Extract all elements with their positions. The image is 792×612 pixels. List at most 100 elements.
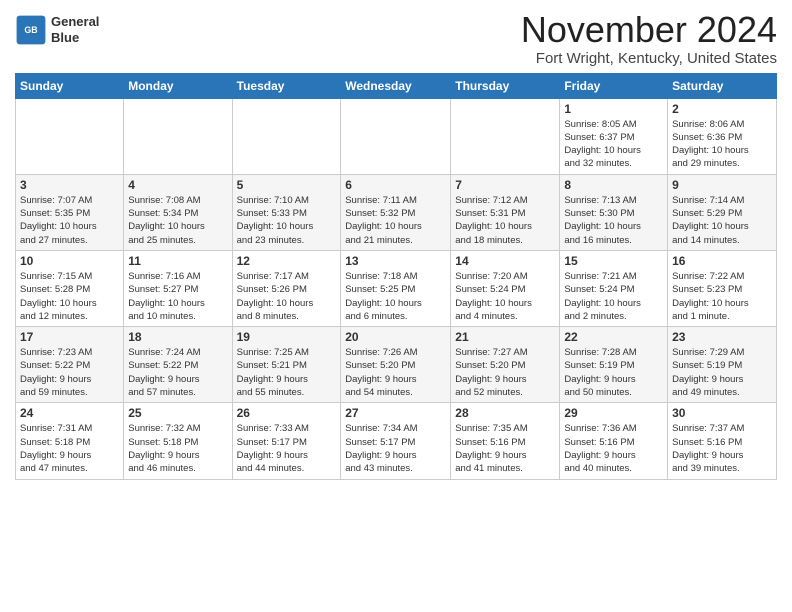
calendar-cell: 15 Sunrise: 7:21 AM Sunset: 5:24 PM Dayli… bbox=[560, 250, 668, 326]
logo: GB General Blue bbox=[15, 14, 99, 46]
calendar-cell: 22 Sunrise: 7:28 AM Sunset: 5:19 PM Dayli… bbox=[560, 327, 668, 403]
day-info: Sunrise: 7:37 AM Sunset: 5:16 PM Dayligh… bbox=[672, 422, 772, 475]
day-number: 2 bbox=[672, 102, 772, 116]
calendar-cell: 7 Sunrise: 7:12 AM Sunset: 5:31 PM Daylig… bbox=[451, 174, 560, 250]
day-info: Sunrise: 7:29 AM Sunset: 5:19 PM Dayligh… bbox=[672, 346, 772, 399]
day-info: Sunrise: 7:11 AM Sunset: 5:32 PM Dayligh… bbox=[345, 194, 446, 247]
day-number: 22 bbox=[564, 330, 663, 344]
weekday-header-thursday: Thursday bbox=[451, 73, 560, 98]
day-number: 6 bbox=[345, 178, 446, 192]
calendar-cell: 12 Sunrise: 7:17 AM Sunset: 5:26 PM Dayli… bbox=[232, 250, 341, 326]
day-info: Sunrise: 7:08 AM Sunset: 5:34 PM Dayligh… bbox=[128, 194, 227, 247]
day-info: Sunrise: 7:20 AM Sunset: 5:24 PM Dayligh… bbox=[455, 270, 555, 323]
calendar-cell: 19 Sunrise: 7:25 AM Sunset: 5:21 PM Dayli… bbox=[232, 327, 341, 403]
day-number: 15 bbox=[564, 254, 663, 268]
day-info: Sunrise: 7:32 AM Sunset: 5:18 PM Dayligh… bbox=[128, 422, 227, 475]
calendar-cell: 4Sunrise: 7:08 AM Sunset: 5:34 PM Daylig… bbox=[124, 174, 232, 250]
day-info: Sunrise: 7:12 AM Sunset: 5:31 PM Dayligh… bbox=[455, 194, 555, 247]
day-number: 1 bbox=[564, 102, 663, 116]
day-number: 30 bbox=[672, 406, 772, 420]
day-info: Sunrise: 7:34 AM Sunset: 5:17 PM Dayligh… bbox=[345, 422, 446, 475]
calendar-cell: 28 Sunrise: 7:35 AM Sunset: 5:16 PM Dayli… bbox=[451, 403, 560, 479]
day-info: Sunrise: 7:14 AM Sunset: 5:29 PM Dayligh… bbox=[672, 194, 772, 247]
weekday-header-friday: Friday bbox=[560, 73, 668, 98]
calendar-cell: 27 Sunrise: 7:34 AM Sunset: 5:17 PM Dayli… bbox=[341, 403, 451, 479]
calendar-week-row: 17 Sunrise: 7:23 AM Sunset: 5:22 PM Dayli… bbox=[16, 327, 777, 403]
calendar-cell: 13Sunrise: 7:18 AM Sunset: 5:25 PM Dayli… bbox=[341, 250, 451, 326]
calendar-cell: 5Sunrise: 7:10 AM Sunset: 5:33 PM Daylig… bbox=[232, 174, 341, 250]
month-title: November 2024 bbox=[521, 10, 777, 50]
weekday-header-wednesday: Wednesday bbox=[341, 73, 451, 98]
location-title: Fort Wright, Kentucky, United States bbox=[521, 50, 777, 67]
day-number: 24 bbox=[20, 406, 119, 420]
day-number: 14 bbox=[455, 254, 555, 268]
day-number: 9 bbox=[672, 178, 772, 192]
calendar-cell: 25Sunrise: 7:32 AM Sunset: 5:18 PM Dayli… bbox=[124, 403, 232, 479]
logo-text: General Blue bbox=[51, 14, 99, 45]
calendar-cell: 9 Sunrise: 7:14 AM Sunset: 5:29 PM Daylig… bbox=[668, 174, 777, 250]
calendar-table: SundayMondayTuesdayWednesdayThursdayFrid… bbox=[15, 73, 777, 480]
day-number: 21 bbox=[455, 330, 555, 344]
calendar-cell bbox=[232, 98, 341, 174]
weekday-header-monday: Monday bbox=[124, 73, 232, 98]
calendar-cell: 1 Sunrise: 8:05 AM Sunset: 6:37 PM Daylig… bbox=[560, 98, 668, 174]
calendar-cell bbox=[16, 98, 124, 174]
calendar-cell: 24 Sunrise: 7:31 AM Sunset: 5:18 PM Dayli… bbox=[16, 403, 124, 479]
weekday-header-saturday: Saturday bbox=[668, 73, 777, 98]
day-number: 5 bbox=[237, 178, 337, 192]
day-info: Sunrise: 7:22 AM Sunset: 5:23 PM Dayligh… bbox=[672, 270, 772, 323]
day-number: 13 bbox=[345, 254, 446, 268]
day-info: Sunrise: 7:21 AM Sunset: 5:24 PM Dayligh… bbox=[564, 270, 663, 323]
calendar-cell: 14 Sunrise: 7:20 AM Sunset: 5:24 PM Dayli… bbox=[451, 250, 560, 326]
day-number: 11 bbox=[128, 254, 227, 268]
title-block: November 2024 Fort Wright, Kentucky, Uni… bbox=[521, 10, 777, 67]
weekday-header-sunday: Sunday bbox=[16, 73, 124, 98]
weekday-header-row: SundayMondayTuesdayWednesdayThursdayFrid… bbox=[16, 73, 777, 98]
day-info: Sunrise: 7:24 AM Sunset: 5:22 PM Dayligh… bbox=[128, 346, 227, 399]
day-number: 19 bbox=[237, 330, 337, 344]
page-header: GB General Blue November 2024 Fort Wrigh… bbox=[15, 10, 777, 67]
day-info: Sunrise: 7:25 AM Sunset: 5:21 PM Dayligh… bbox=[237, 346, 337, 399]
calendar-cell: 21Sunrise: 7:27 AM Sunset: 5:20 PM Dayli… bbox=[451, 327, 560, 403]
calendar-cell bbox=[451, 98, 560, 174]
day-number: 12 bbox=[237, 254, 337, 268]
calendar-cell: 2 Sunrise: 8:06 AM Sunset: 6:36 PM Daylig… bbox=[668, 98, 777, 174]
day-number: 17 bbox=[20, 330, 119, 344]
calendar-cell: 26Sunrise: 7:33 AM Sunset: 5:17 PM Dayli… bbox=[232, 403, 341, 479]
calendar-cell: 29 Sunrise: 7:36 AM Sunset: 5:16 PM Dayli… bbox=[560, 403, 668, 479]
day-number: 28 bbox=[455, 406, 555, 420]
day-number: 8 bbox=[564, 178, 663, 192]
day-number: 23 bbox=[672, 330, 772, 344]
day-number: 29 bbox=[564, 406, 663, 420]
day-info: Sunrise: 8:05 AM Sunset: 6:37 PM Dayligh… bbox=[564, 118, 663, 171]
day-info: Sunrise: 7:23 AM Sunset: 5:22 PM Dayligh… bbox=[20, 346, 119, 399]
calendar-week-row: 3Sunrise: 7:07 AM Sunset: 5:35 PM Daylig… bbox=[16, 174, 777, 250]
day-info: Sunrise: 8:06 AM Sunset: 6:36 PM Dayligh… bbox=[672, 118, 772, 171]
calendar-cell: 18Sunrise: 7:24 AM Sunset: 5:22 PM Dayli… bbox=[124, 327, 232, 403]
day-info: Sunrise: 7:13 AM Sunset: 5:30 PM Dayligh… bbox=[564, 194, 663, 247]
calendar-cell bbox=[124, 98, 232, 174]
calendar-week-row: 24 Sunrise: 7:31 AM Sunset: 5:18 PM Dayli… bbox=[16, 403, 777, 479]
day-number: 7 bbox=[455, 178, 555, 192]
day-number: 27 bbox=[345, 406, 446, 420]
svg-text:GB: GB bbox=[24, 25, 37, 35]
calendar-cell: 23 Sunrise: 7:29 AM Sunset: 5:19 PM Dayli… bbox=[668, 327, 777, 403]
calendar-cell: 3Sunrise: 7:07 AM Sunset: 5:35 PM Daylig… bbox=[16, 174, 124, 250]
day-number: 10 bbox=[20, 254, 119, 268]
day-info: Sunrise: 7:17 AM Sunset: 5:26 PM Dayligh… bbox=[237, 270, 337, 323]
day-info: Sunrise: 7:31 AM Sunset: 5:18 PM Dayligh… bbox=[20, 422, 119, 475]
day-number: 20 bbox=[345, 330, 446, 344]
calendar-week-row: 10 Sunrise: 7:15 AM Sunset: 5:28 PM Dayli… bbox=[16, 250, 777, 326]
calendar-cell: 10 Sunrise: 7:15 AM Sunset: 5:28 PM Dayli… bbox=[16, 250, 124, 326]
day-info: Sunrise: 7:15 AM Sunset: 5:28 PM Dayligh… bbox=[20, 270, 119, 323]
calendar-cell: 6 Sunrise: 7:11 AM Sunset: 5:32 PM Daylig… bbox=[341, 174, 451, 250]
day-info: Sunrise: 7:28 AM Sunset: 5:19 PM Dayligh… bbox=[564, 346, 663, 399]
day-info: Sunrise: 7:26 AM Sunset: 5:20 PM Dayligh… bbox=[345, 346, 446, 399]
day-info: Sunrise: 7:36 AM Sunset: 5:16 PM Dayligh… bbox=[564, 422, 663, 475]
day-info: Sunrise: 7:33 AM Sunset: 5:17 PM Dayligh… bbox=[237, 422, 337, 475]
weekday-header-tuesday: Tuesday bbox=[232, 73, 341, 98]
calendar-cell: 16Sunrise: 7:22 AM Sunset: 5:23 PM Dayli… bbox=[668, 250, 777, 326]
calendar-cell: 11Sunrise: 7:16 AM Sunset: 5:27 PM Dayli… bbox=[124, 250, 232, 326]
day-info: Sunrise: 7:35 AM Sunset: 5:16 PM Dayligh… bbox=[455, 422, 555, 475]
calendar-cell: 8 Sunrise: 7:13 AM Sunset: 5:30 PM Daylig… bbox=[560, 174, 668, 250]
